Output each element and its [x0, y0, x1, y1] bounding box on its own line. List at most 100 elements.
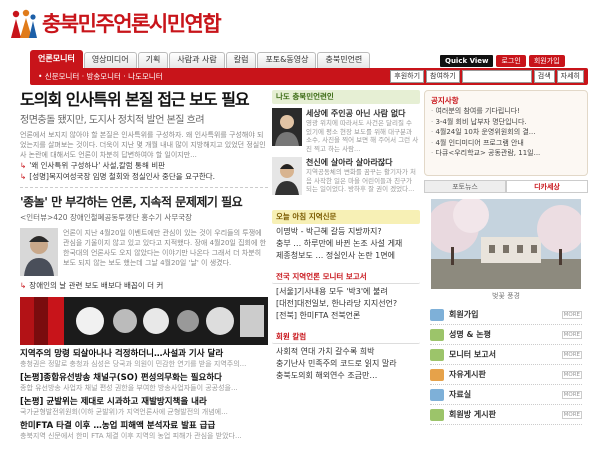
notice-item[interactable]: 3-4월 회비 납부자 명단입니다.: [431, 117, 581, 128]
tab-column[interactable]: 칼럼: [225, 52, 257, 68]
story-related-link[interactable]: 장애인의 날 관련 보도 배보다 배꼽이 더 커: [20, 280, 268, 291]
site-logo[interactable]: 충북민주언론시민연합: [8, 6, 238, 42]
utility-bar: Quick View 로그인 회원가입: [440, 54, 565, 67]
national-monitor-header[interactable]: 전국 지역언론 모니터 보고서: [272, 270, 420, 284]
notice-box: 공지사항 여러분의 참여를 기다립니다! 3-4월 회비 납부자 명단입니다. …: [424, 90, 588, 176]
tab-photo-news[interactable]: 포토뉴스: [424, 180, 506, 192]
quick-links: 회원가입 MORE 성명 & 논평 MORE 모니터 보고서 MORE 자유게시…: [424, 305, 588, 425]
join-button[interactable]: 회원가입: [528, 54, 565, 67]
tab-digicam[interactable]: 디카세상: [506, 180, 588, 192]
quick-link-archive[interactable]: 자료실 MORE: [430, 385, 582, 405]
story-title[interactable]: '종놀' 만 부각하는 언론, 지속적 문제제기 필요: [20, 193, 268, 210]
notice-title[interactable]: 공지사항: [431, 95, 581, 106]
member-icon: [430, 308, 444, 321]
notice-item[interactable]: 4월24일 10차 운영위원회의 결...: [431, 127, 581, 138]
search-input[interactable]: [461, 70, 532, 83]
article-teaser: 충청권은 정말로 충청과 심성은 당국과 의원이 민감한 연기를 받을 지역주의…: [20, 360, 247, 368]
sub-navigation: • 신문모니터 · 방송모니터 · 나도모니터 후원하기 참여하기 검색 자세히: [30, 68, 588, 85]
quick-link-label: 자료실: [449, 390, 472, 399]
article-title[interactable]: [논평]종합유선방송 채널구(SO) 편성의무화는 필요하다: [20, 373, 268, 384]
member-column-list: 사회적 연대 가치 갈수록 희박 충기난사 민족주의 코드로 읽지 말라 충북도…: [272, 344, 420, 384]
featured-photo[interactable]: [431, 199, 581, 289]
column-title[interactable]: 세상에 주인공 아닌 사람 없다: [306, 108, 420, 119]
detail-search-button[interactable]: 자세히: [556, 70, 584, 83]
list-item[interactable]: 충북도의회 해외연수 조금만…: [276, 370, 416, 382]
promo-banner[interactable]: [20, 297, 268, 345]
more-button[interactable]: MORE: [561, 330, 582, 339]
quick-link-label: 모니터 보고서: [449, 350, 496, 359]
more-button[interactable]: MORE: [561, 310, 582, 319]
search-button[interactable]: 검색: [533, 70, 555, 83]
article-title[interactable]: 한미FTA 타결 이후 …농업 피해액 분석자료 발표 급급: [20, 421, 268, 432]
archive-icon: [430, 388, 444, 401]
list-item[interactable]: [전북] 한미FTA 전북언론: [276, 310, 416, 322]
site-title: 충북민주언론시민연합: [42, 11, 222, 36]
story-body-wrap: 언론이 지난 4월20일 이벤트에만 관심이 있는 것이 우리들의 투쟁에 관심…: [20, 228, 268, 278]
tab-photo-video[interactable]: 포토&동영상: [257, 52, 317, 68]
more-button[interactable]: MORE: [561, 370, 582, 379]
quick-view-button[interactable]: Quick View: [440, 54, 494, 67]
list-item[interactable]: [서울]기사내용 모두 '박3'에 불려: [276, 286, 416, 298]
national-monitor-list: [서울]기사내용 모두 '박3'에 불려 [대전]대전일보, 한나라당 지지선언…: [272, 284, 420, 324]
notice-item[interactable]: 여러분의 참여를 기다립니다!: [431, 106, 581, 117]
list-item[interactable]: [대전]대전일보, 한나라당 지지선언?: [276, 298, 416, 310]
more-button[interactable]: MORE: [561, 350, 582, 359]
article-teaser: 충북지역 신문에서 한미 FTA 체결 이후 지역의 농업 피해가 관심을 받았…: [20, 432, 242, 440]
today-paper-list: 이명박 - 박근혜 갈등 지방까지? 충부 … 하루만에 바뀐 논조 사설 게재…: [272, 224, 420, 264]
login-button[interactable]: 로그인: [496, 54, 526, 67]
column-text: 영광 위치에 따라서도 사건은 달리질 수 있기에 평소 현장 보도를 위해 대…: [306, 119, 419, 153]
middle-column: 나도 충북민언련인 세상에 주인공 아닌 사람 없다 영광 위치에 따라서도 사…: [272, 90, 420, 468]
list-item[interactable]: 사회적 연대 가치 갈수록 희박: [276, 346, 416, 358]
photo-caption: 벚꽃 풍경: [492, 292, 520, 300]
list-item[interactable]: 이명박 - 박근혜 갈등 지방까지?: [276, 226, 416, 238]
report-icon: [430, 348, 444, 361]
tab-people[interactable]: 사람과 사람: [169, 52, 225, 68]
interviewee-photo[interactable]: [20, 228, 58, 276]
tab-about[interactable]: 충북민언련: [317, 52, 371, 68]
member-board-icon: [430, 408, 444, 421]
quick-link-reports[interactable]: 모니터 보고서 MORE: [430, 345, 582, 365]
tab-video-media[interactable]: 영상미디어: [83, 52, 137, 68]
quick-link-statements[interactable]: 성명 & 논평 MORE: [430, 325, 582, 345]
divider: [20, 187, 268, 188]
tab-monitor[interactable]: 언론모니터: [30, 50, 83, 68]
participate-button[interactable]: 참여하기: [426, 70, 460, 83]
more-button[interactable]: MORE: [561, 390, 582, 399]
quick-link-member-board[interactable]: 회원방 게시판 MORE: [430, 405, 582, 425]
right-column: 공지사항 여러분의 참여를 기다립니다! 3-4월 회비 납부자 명단입니다. …: [424, 90, 588, 468]
member-column-header[interactable]: 회원 칼럼: [272, 330, 420, 344]
quick-link-label: 회원가입: [449, 310, 479, 319]
subnav-actions: 후원하기 참여하기 검색 자세히: [390, 70, 584, 83]
columnist-photo: [272, 157, 302, 195]
column-entry[interactable]: 세상에 주인공 아닌 사람 없다 영광 위치에 따라서도 사건은 달리질 수 있…: [272, 108, 420, 153]
article-title[interactable]: 지역주의 망령 되살아나나 걱정하더니…사설과 기사 달라: [20, 349, 268, 360]
sub-menu-links[interactable]: • 신문모니터 · 방송모니터 · 나도모니터: [38, 68, 163, 85]
quick-link-join[interactable]: 회원가입 MORE: [430, 305, 582, 325]
person-photo-icon: [20, 228, 58, 276]
headline-related-link[interactable]: '왜 인사특위 구성하나' 사설,칼럼 통해 비판: [20, 160, 268, 171]
column-section-header[interactable]: 나도 충북민언련인: [272, 90, 420, 104]
today-paper-header[interactable]: 오늘 아침 지역신문: [272, 210, 420, 224]
column-text: 지역공동체의 변화를 꿈꾸는 활기자가 처음 사작한 일은 마을 어린이들과 친…: [306, 168, 416, 193]
tab-planning[interactable]: 기획: [137, 52, 169, 68]
quick-link-label: 성명 & 논평: [449, 330, 491, 339]
column-entry[interactable]: 천신에 살아라 살아라잖다 지역공동체의 변화를 꿈꾸는 활기자가 처음 사작한…: [272, 157, 420, 202]
column-title[interactable]: 천신에 살아라 살아라잖다: [306, 157, 420, 168]
list-item[interactable]: 충기난사 민족주의 코드로 읽지 말라: [276, 358, 416, 370]
quick-link-free-board[interactable]: 자유게시판 MORE: [430, 365, 582, 385]
notice-item[interactable]: 다큐<우리학교> 공동관람, 11일...: [431, 148, 581, 159]
main-news-column: 도의회 인사특위 본질 접근 보도 필요 정면충돌 됐지만, 도지사 정치적 발…: [20, 90, 268, 468]
statement-icon: [430, 328, 444, 341]
promo-banner-graphic: [20, 297, 268, 345]
headline-title[interactable]: 도의회 인사특위 본질 접근 보도 필요: [20, 90, 268, 110]
main-tabs: 언론모니터 영상미디어 기획 사람과 사람 칼럼 포토&동영상 충북민언련: [30, 50, 371, 68]
headline-related-link[interactable]: [성명]복지여성국장 임명 철회와 정실인사 중단을 요구한다.: [20, 171, 268, 182]
quick-link-label: 회원방 게시판: [449, 410, 496, 419]
more-button[interactable]: MORE: [561, 410, 582, 419]
notice-item[interactable]: 4월 인디미디어 프로그램 안내: [431, 138, 581, 149]
article-title[interactable]: [논평] 균발위는 제대로 시과하고 재발방지책을 내라: [20, 397, 268, 408]
headline-subtitle: 정면충돌 됐지만, 도지사 정치적 발언 본질 흐려: [20, 115, 205, 126]
list-item[interactable]: 충부 … 하루만에 바뀐 논조 사설 게재: [276, 238, 416, 250]
list-item[interactable]: 제종청보도 … 정실인사 논란 1면에: [276, 250, 416, 262]
donate-button[interactable]: 후원하기: [390, 70, 425, 83]
